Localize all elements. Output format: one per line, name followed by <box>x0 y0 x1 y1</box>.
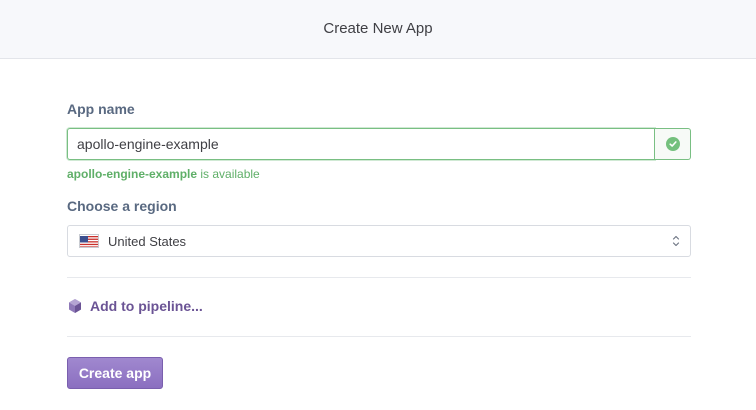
app-name-input-group <box>67 128 691 160</box>
availability-app-name: apollo-engine-example <box>67 167 198 181</box>
availability-suffix: is available <box>197 167 260 181</box>
page-title: Create New App <box>323 20 433 37</box>
availability-message: apollo-engine-example is available <box>67 167 260 181</box>
region-select-value: United States <box>108 234 187 249</box>
add-to-pipeline-label: Add to pipeline... <box>90 298 203 314</box>
region-label: Choose a region <box>67 198 177 214</box>
app-name-input[interactable] <box>67 128 655 160</box>
us-flag-icon <box>79 234 99 248</box>
divider <box>67 336 691 337</box>
chevron-up-down-icon <box>672 234 680 248</box>
add-to-pipeline-link[interactable]: Add to pipeline... <box>67 297 203 315</box>
app-name-label: App name <box>67 101 135 117</box>
divider <box>67 277 691 278</box>
page-header: Create New App <box>0 0 756 59</box>
check-icon <box>665 137 680 151</box>
validation-addon <box>655 128 691 160</box>
region-select[interactable]: United States <box>67 225 691 257</box>
pipeline-hexagon-icon <box>69 299 81 313</box>
create-app-button[interactable]: Create app <box>67 357 163 389</box>
